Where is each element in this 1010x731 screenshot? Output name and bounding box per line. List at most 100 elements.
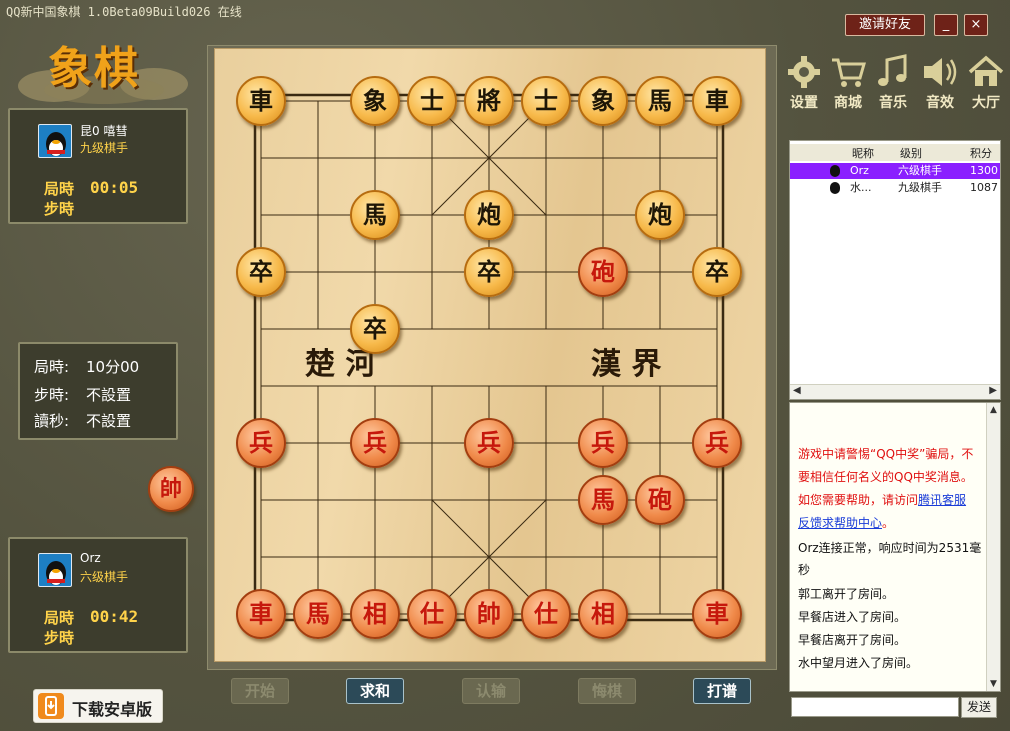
chat-message-notice: 游戏中请警惕“QQ中奖”骗局，不要相信任何名义的QQ中奖消息。如您需要帮助，请访…	[798, 443, 978, 535]
undo-button[interactable]: 悔棋	[578, 678, 636, 704]
chat-input[interactable]	[791, 697, 959, 717]
scroll-down-arrow-icon[interactable]: ▼	[990, 679, 997, 689]
side-indicator-piece: 帥	[148, 466, 194, 512]
opponent-panel: 昆0 嘻彗 九级棋手 局時 00:05 步時	[8, 108, 188, 224]
toolbar-sound[interactable]: 音效	[920, 54, 960, 112]
chess-piece[interactable]: 馬	[350, 190, 400, 240]
player-avatar-icon	[830, 165, 840, 177]
chess-piece[interactable]: 砲	[578, 247, 628, 297]
chess-piece[interactable]: 相	[350, 589, 400, 639]
player-row[interactable]: 水... 九级棋手 1087	[790, 180, 1000, 196]
rules-panel: 局時: 10分00 步時: 不設置 讀秒: 不設置	[18, 342, 178, 440]
scroll-left-arrow-icon[interactable]: ◀	[793, 385, 801, 396]
toolbar-sound-label: 音效	[926, 95, 954, 111]
record-button[interactable]: 打谱	[693, 678, 751, 704]
chess-piece[interactable]: 馬	[578, 475, 628, 525]
gear-icon	[788, 56, 820, 88]
player-row[interactable]: Orz 六级棋手 1300	[790, 163, 1000, 179]
side-indicator-text: 帥	[159, 476, 182, 502]
self-total-time-label: 局時	[44, 609, 75, 627]
chess-piece[interactable]: 帥	[464, 589, 514, 639]
toolbar-music-label: 音乐	[879, 95, 907, 111]
chat-message: 早餐店进入了房间。	[798, 610, 907, 624]
self-avatar	[38, 553, 72, 587]
chess-piece[interactable]: 相	[578, 589, 628, 639]
chat-message: Orz连接正常，响应时间为2531毫秒	[798, 541, 982, 577]
chess-piece[interactable]: 車	[236, 76, 286, 126]
chess-piece[interactable]: 兵	[692, 418, 742, 468]
toolbar-lobby-label: 大厅	[972, 95, 1000, 111]
chess-piece[interactable]: 炮	[464, 190, 514, 240]
chess-piece[interactable]: 象	[350, 76, 400, 126]
chat-scrollbar[interactable]: ▲ ▼	[986, 403, 1000, 691]
players-list: 昵称 级别 积分 Orz 六级棋手 1300 水... 九级棋手 1087 ◀ …	[789, 140, 1001, 400]
players-list-hscrollbar[interactable]: ◀ ▶	[790, 384, 1000, 399]
player-name: Orz	[850, 164, 869, 177]
chess-piece[interactable]: 馬	[635, 76, 685, 126]
chess-piece[interactable]: 砲	[635, 475, 685, 525]
self-total-time: 00:42	[90, 607, 139, 626]
player-rank: 六级棋手	[898, 164, 942, 177]
opponent-total-time: 00:05	[90, 178, 139, 197]
chess-piece[interactable]: 士	[521, 76, 571, 126]
rule-step-value: 不設置	[86, 386, 132, 404]
close-button[interactable]: ×	[964, 14, 988, 36]
cart-icon	[832, 58, 866, 87]
chess-piece[interactable]: 士	[407, 76, 457, 126]
chess-piece[interactable]: 兵	[350, 418, 400, 468]
chess-piece[interactable]: 車	[692, 76, 742, 126]
toolbar-shop[interactable]: 商城	[828, 54, 868, 112]
rule-count-value: 不設置	[86, 412, 132, 430]
player-name: 水...	[850, 181, 872, 194]
scroll-up-arrow-icon[interactable]: ▲	[990, 405, 997, 415]
player-rank: 九级棋手	[898, 181, 942, 194]
chess-piece[interactable]: 兵	[236, 418, 286, 468]
start-button[interactable]: 开始	[231, 678, 289, 704]
river-right-text: 漢 界	[591, 347, 662, 382]
chess-piece[interactable]: 兵	[464, 418, 514, 468]
self-step-time-label: 步時	[44, 629, 75, 647]
header-nickname[interactable]: 昵称	[852, 145, 874, 161]
rule-step-label: 步時:	[34, 386, 70, 404]
chess-piece[interactable]: 仕	[407, 589, 457, 639]
download-android-label: 下载安卓版	[72, 700, 153, 719]
chess-piece[interactable]: 將	[464, 76, 514, 126]
chess-piece[interactable]: 炮	[635, 190, 685, 240]
board-grid	[253, 93, 725, 622]
chess-piece[interactable]: 象	[578, 76, 628, 126]
chess-piece[interactable]: 車	[692, 589, 742, 639]
request-draw-button[interactable]: 求和	[346, 678, 404, 704]
home-icon	[968, 55, 1004, 86]
download-android-button[interactable]: 下载安卓版	[33, 689, 163, 723]
chess-piece[interactable]: 卒	[464, 247, 514, 297]
players-list-header: 昵称 级别 积分	[790, 144, 1000, 161]
minimize-button[interactable]: _	[934, 14, 958, 36]
chess-piece[interactable]: 馬	[293, 589, 343, 639]
chess-piece[interactable]: 仕	[521, 589, 571, 639]
send-button[interactable]: 发送	[961, 697, 997, 718]
speaker-icon	[924, 58, 957, 86]
chess-piece[interactable]: 卒	[236, 247, 286, 297]
toolbar-lobby[interactable]: 大厅	[966, 54, 1006, 112]
player-avatar-icon	[830, 182, 840, 194]
toolbar-settings[interactable]: 设置	[784, 54, 824, 112]
toolbar-settings-label: 设置	[790, 95, 818, 111]
chat-log: 游戏中请警惕“QQ中奖”骗局，不要相信任何名义的QQ中奖消息。如您需要帮助，请访…	[789, 402, 1001, 692]
chess-piece[interactable]: 車	[236, 589, 286, 639]
chess-piece[interactable]: 卒	[692, 247, 742, 297]
scroll-right-arrow-icon[interactable]: ▶	[989, 385, 997, 396]
opponent-total-time-label: 局時	[44, 180, 75, 198]
header-score[interactable]: 积分	[970, 145, 992, 161]
resign-button[interactable]: 认输	[462, 678, 520, 704]
chess-board[interactable]: 楚 河 漢 界 車象士將士象馬車馬炮炮卒卒砲卒卒兵兵兵兵兵馬砲車馬相仕帥仕相車	[214, 48, 766, 662]
invite-friends-button[interactable]: 邀请好友	[845, 14, 925, 36]
opponent-name: 昆0 嘻彗	[80, 124, 128, 138]
self-name: Orz	[80, 551, 101, 565]
chess-piece[interactable]: 卒	[350, 304, 400, 354]
rule-total-value: 10分00	[86, 358, 140, 376]
header-rank[interactable]: 级别	[900, 145, 922, 161]
chess-piece[interactable]: 兵	[578, 418, 628, 468]
chat-notice-tail: 。	[882, 516, 895, 530]
toolbar-music[interactable]: 音乐	[873, 54, 913, 112]
player-score: 1087	[970, 181, 998, 194]
